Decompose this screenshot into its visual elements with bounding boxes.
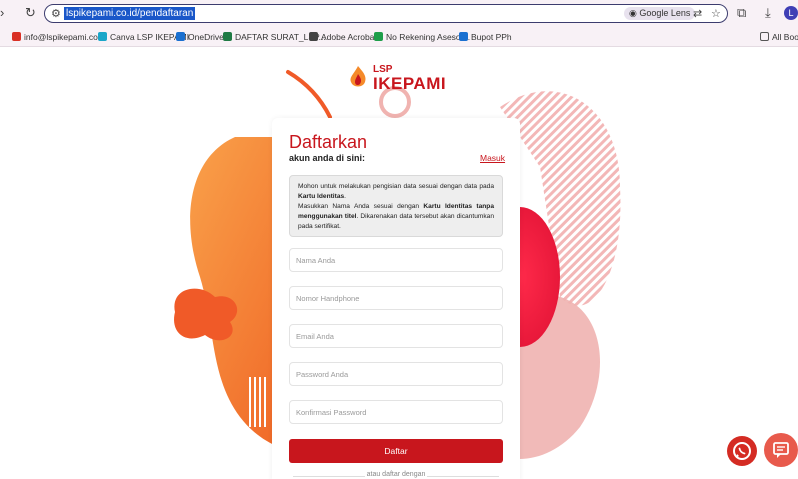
- onedrive-icon: [459, 32, 468, 41]
- avatar[interactable]: L: [784, 6, 798, 20]
- confirm-password-field[interactable]: [289, 400, 503, 424]
- extensions-icon[interactable]: ⧉: [737, 5, 746, 21]
- gmail-icon: [12, 32, 21, 41]
- all-bookmarks-label: All Book: [772, 32, 798, 42]
- canva-icon: [98, 32, 107, 41]
- page-content: LSP IKEPAMI Daftarkan akun anda di sini:…: [0, 47, 798, 479]
- globe-icon: [309, 32, 318, 41]
- register-button[interactable]: Daftar: [289, 439, 503, 463]
- note-text-1: Mohon untuk melakukan pengisian data ses…: [298, 183, 494, 190]
- bookmark-item[interactable]: info@lspikepami.co...: [12, 30, 105, 44]
- sheets-icon: [374, 32, 383, 41]
- url-text[interactable]: lspikepami.co.id/pendaftaran: [64, 7, 196, 20]
- download-icon[interactable]: ⤓: [765, 5, 771, 21]
- all-bookmarks-button[interactable]: All Book: [760, 30, 798, 44]
- whatsapp-icon: [733, 442, 751, 460]
- reload-icon[interactable]: ↻: [25, 5, 36, 21]
- login-link[interactable]: Masuk: [480, 153, 505, 163]
- name-field[interactable]: [289, 248, 503, 272]
- translate-icon[interactable]: ⇄: [693, 7, 702, 21]
- note-bold-1: Kartu Identitas: [298, 193, 345, 200]
- chat-button[interactable]: [764, 433, 798, 467]
- bookmark-label: No Rekening Asesor...: [386, 32, 471, 42]
- bookmark-label: OneDrive: [188, 32, 224, 42]
- page-subtitle: akun anda di sini:: [289, 153, 366, 163]
- bookmark-item[interactable]: Adobe Acrobat: [309, 30, 377, 44]
- browser-chrome: › ↻ ⚙ lspikepami.co.id/pendaftaran ◉ Goo…: [0, 0, 798, 47]
- site-settings-icon[interactable]: ⚙: [51, 7, 61, 20]
- google-lens-label: Google Lens: [639, 8, 691, 18]
- password-field[interactable]: [289, 362, 503, 386]
- note-text-2: Masukkan Nama Anda sesuai dengan: [298, 203, 424, 210]
- bookmark-label: Adobe Acrobat: [321, 32, 377, 42]
- whatsapp-button[interactable]: [727, 436, 757, 466]
- excel-icon: [223, 32, 232, 41]
- folder-icon: [760, 32, 769, 41]
- bookmark-label: info@lspikepami.co...: [24, 32, 105, 42]
- orange-arc-shape: [286, 70, 332, 119]
- onedrive-icon: [176, 32, 185, 41]
- bookmark-label: Bupot PPh: [471, 32, 512, 42]
- alt-register-label: atau daftar dengan: [289, 471, 503, 478]
- bookmark-item[interactable]: Bupot PPh: [459, 30, 512, 44]
- logo-name-text: IKEPAMI: [373, 74, 447, 93]
- google-lens-button[interactable]: ◉ Google Lens: [624, 7, 696, 20]
- page-title: Daftarkan: [289, 132, 368, 152]
- url-box[interactable]: ⚙ lspikepami.co.id/pendaftaran ◉ Google …: [44, 4, 728, 23]
- back-arrow-icon[interactable]: ›: [0, 5, 4, 21]
- address-bar-row: › ↻ ⚙ lspikepami.co.id/pendaftaran ◉ Goo…: [0, 0, 798, 26]
- phone-field[interactable]: [289, 286, 503, 310]
- flame-logo-icon: [350, 66, 366, 87]
- bookmark-item[interactable]: OneDrive: [176, 30, 224, 44]
- email-field[interactable]: [289, 324, 503, 348]
- chat-icon: [773, 442, 789, 458]
- bookmark-item[interactable]: No Rekening Asesor...: [374, 30, 470, 44]
- info-note: Mohon untuk melakukan pengisian data ses…: [289, 175, 503, 237]
- star-icon[interactable]: ☆: [711, 7, 721, 21]
